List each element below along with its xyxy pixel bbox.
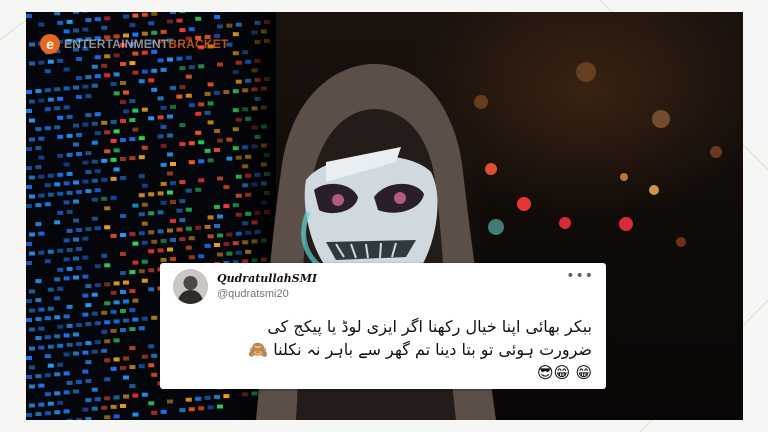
tweet-card[interactable]: QudratullahSMI @qudratsmi20 ••• ببکر بھا… <box>160 263 606 389</box>
logo-accent: BRACKET <box>168 37 229 51</box>
avatar-icon <box>173 269 208 304</box>
logo-wordmark: ENTERTAINMENTBRACKET <box>64 37 228 51</box>
author-handle[interactable]: @qudratsmi20 <box>217 288 289 300</box>
author-name[interactable]: QudratullahSMI <box>217 272 317 285</box>
site-logo: e ENTERTAINMENTBRACKET <box>40 31 228 57</box>
tweet-text: ببکر بھائی اپنا خیال رکھنا اگر ایزی لوڈ … <box>248 317 592 382</box>
logo-name: ENTERTAINMENT <box>64 37 169 51</box>
logo-e-icon: e <box>40 34 60 54</box>
profile-avatar[interactable] <box>173 269 208 304</box>
more-options-icon[interactable]: ••• <box>566 269 594 283</box>
